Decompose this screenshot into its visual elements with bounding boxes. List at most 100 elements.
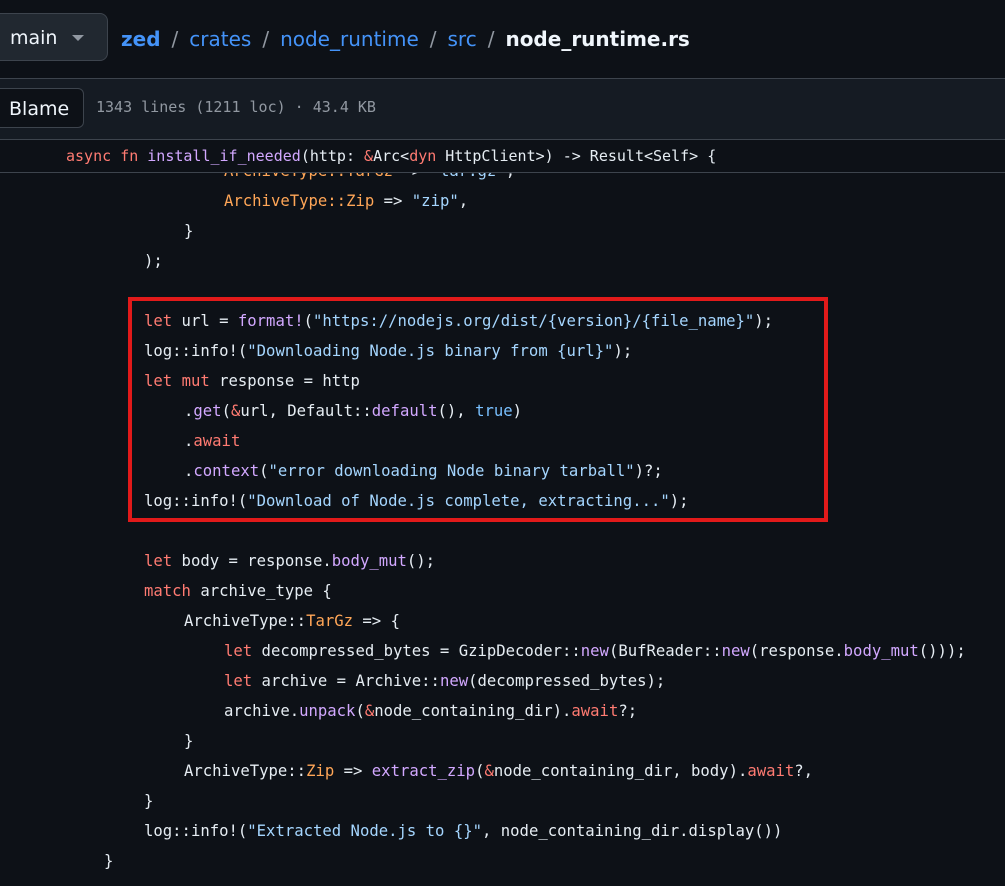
code-token: , node_containing_dir.display()): [482, 822, 783, 840]
code-token: }: [144, 792, 154, 810]
breadcrumb-link-repo[interactable]: zed: [121, 27, 161, 51]
code-token: archive_type {: [190, 582, 332, 600]
code-token: log::info!(: [144, 492, 248, 510]
code-token: "https://nodejs.org/dist/{version}/{file…: [313, 312, 755, 330]
code-token: new: [439, 672, 469, 690]
code-token: }: [184, 222, 194, 240]
branch-name: main: [10, 27, 58, 49]
code-token: (: [303, 312, 313, 330]
code-view[interactable]: ArchiveType::TarGz => "tar.gz",ArchiveTy…: [0, 156, 1005, 886]
code-line: }: [144, 786, 153, 816]
code-token: Zip: [346, 192, 375, 210]
code-token: HttpClient>) -> Result<Self> {: [436, 147, 717, 165]
code-token: "zip": [411, 192, 459, 210]
code-token: context: [193, 462, 260, 480]
code-token: dyn: [409, 147, 437, 165]
code-line: .context("error downloading Node binary …: [184, 456, 663, 486]
code-token: (),: [437, 402, 476, 420]
code-token: .: [184, 432, 194, 450]
code-token: url, Default::: [240, 402, 372, 420]
code-token: mut: [181, 372, 210, 390]
code-line: }: [184, 216, 193, 246]
code-token: archive = Archive::: [252, 672, 440, 690]
code-token: match: [144, 582, 191, 600]
code-token: "Download of Node.js complete, extractin…: [247, 492, 670, 510]
code-token: let: [224, 642, 253, 660]
blame-label: Blame: [9, 98, 70, 120]
code-token: log::info!(: [144, 822, 248, 840]
code-line: log::info!("Downloading Node.js binary f…: [144, 336, 632, 366]
code-token: ArchiveType::: [184, 762, 307, 780]
code-line: );: [144, 246, 163, 276]
code-token: =>: [374, 192, 412, 210]
code-line: archive.unpack(&node_containing_dir).awa…: [224, 696, 637, 726]
code-token: .: [184, 462, 194, 480]
code-token: install_if_needed: [147, 147, 301, 165]
code-token: let: [144, 372, 173, 390]
code-line: let body = response.body_mut();: [144, 546, 435, 576]
code-token: ()));: [918, 642, 966, 660]
code-token: "Extracted Node.js to {}": [247, 822, 482, 840]
code-token: "Downloading Node.js binary from {url}": [247, 342, 614, 360]
code-token: ();: [406, 552, 436, 570]
code-token: unpack: [299, 702, 356, 720]
code-line: let archive = Archive::new(decompressed_…: [224, 666, 665, 696]
code-line: match archive_type {: [144, 576, 332, 606]
code-token: format!: [237, 312, 304, 330]
code-token: }: [104, 852, 114, 870]
code-token: await: [747, 762, 795, 780]
code-token: Arc<: [373, 147, 410, 165]
code-token: true: [475, 402, 513, 420]
breadcrumb-separator: /: [429, 27, 437, 51]
code-token: async: [66, 147, 112, 165]
code-token: &: [364, 702, 375, 720]
code-token: &: [230, 402, 241, 420]
code-line: ArchiveType::Zip => extract_zip(&node_co…: [184, 756, 813, 786]
code-token: Zip: [306, 762, 335, 780]
breadcrumb-current-file: node_runtime.rs: [505, 27, 690, 51]
code-token: archive.: [224, 702, 300, 720]
breadcrumb-link-node-runtime[interactable]: node_runtime: [280, 27, 419, 51]
breadcrumb-link-src[interactable]: src: [448, 27, 477, 51]
code-token: ): [512, 402, 523, 420]
code-token: (: [259, 462, 269, 480]
code-token: extract_zip: [371, 762, 476, 780]
code-token: (: [355, 702, 365, 720]
branch-selector-button[interactable]: main: [0, 13, 108, 61]
code-token: await: [571, 702, 619, 720]
sticky-header-code: async fn install_if_needed(http: &Arc<dy…: [66, 145, 716, 167]
code-token: );: [613, 342, 633, 360]
code-token: node_containing_dir, body).: [493, 762, 748, 780]
code-token: "error downloading Node binary tarball": [268, 462, 635, 480]
code-line: }: [184, 726, 193, 756]
code-line: .get(&url, Default::default(), true): [184, 396, 522, 426]
code-line: let url = format!("https://nodejs.org/di…: [144, 306, 773, 336]
breadcrumb-link-crates[interactable]: crates: [189, 27, 251, 51]
sticky-function-header[interactable]: async fn install_if_needed(http: &Arc<dy…: [0, 139, 1005, 173]
code-token: body = response.: [172, 552, 332, 570]
code-token: (BufReader::: [608, 642, 722, 660]
code-line: ArchiveType::Zip => "zip",: [224, 186, 468, 216]
code-token: body_mut: [843, 642, 919, 660]
code-token: TarGz: [306, 612, 354, 630]
caret-down-icon: [72, 35, 84, 41]
code-token: (decompressed_bytes);: [468, 672, 666, 690]
blame-button[interactable]: Blame: [0, 88, 84, 128]
code-token: (response.: [749, 642, 844, 660]
code-token: (: [221, 402, 231, 420]
code-token: => {: [353, 612, 400, 630]
code-token: =>: [334, 762, 372, 780]
code-token: node_containing_dir).: [374, 702, 572, 720]
code-token: new: [721, 642, 750, 660]
code-token: .: [184, 402, 194, 420]
code-token: );: [754, 312, 774, 330]
code-token: response = http: [209, 372, 360, 390]
code-token: log::info!(: [144, 342, 248, 360]
code-token: ?,: [794, 762, 814, 780]
code-token: await: [193, 432, 241, 450]
code-token: ,: [458, 192, 469, 210]
code-token: let: [224, 672, 253, 690]
